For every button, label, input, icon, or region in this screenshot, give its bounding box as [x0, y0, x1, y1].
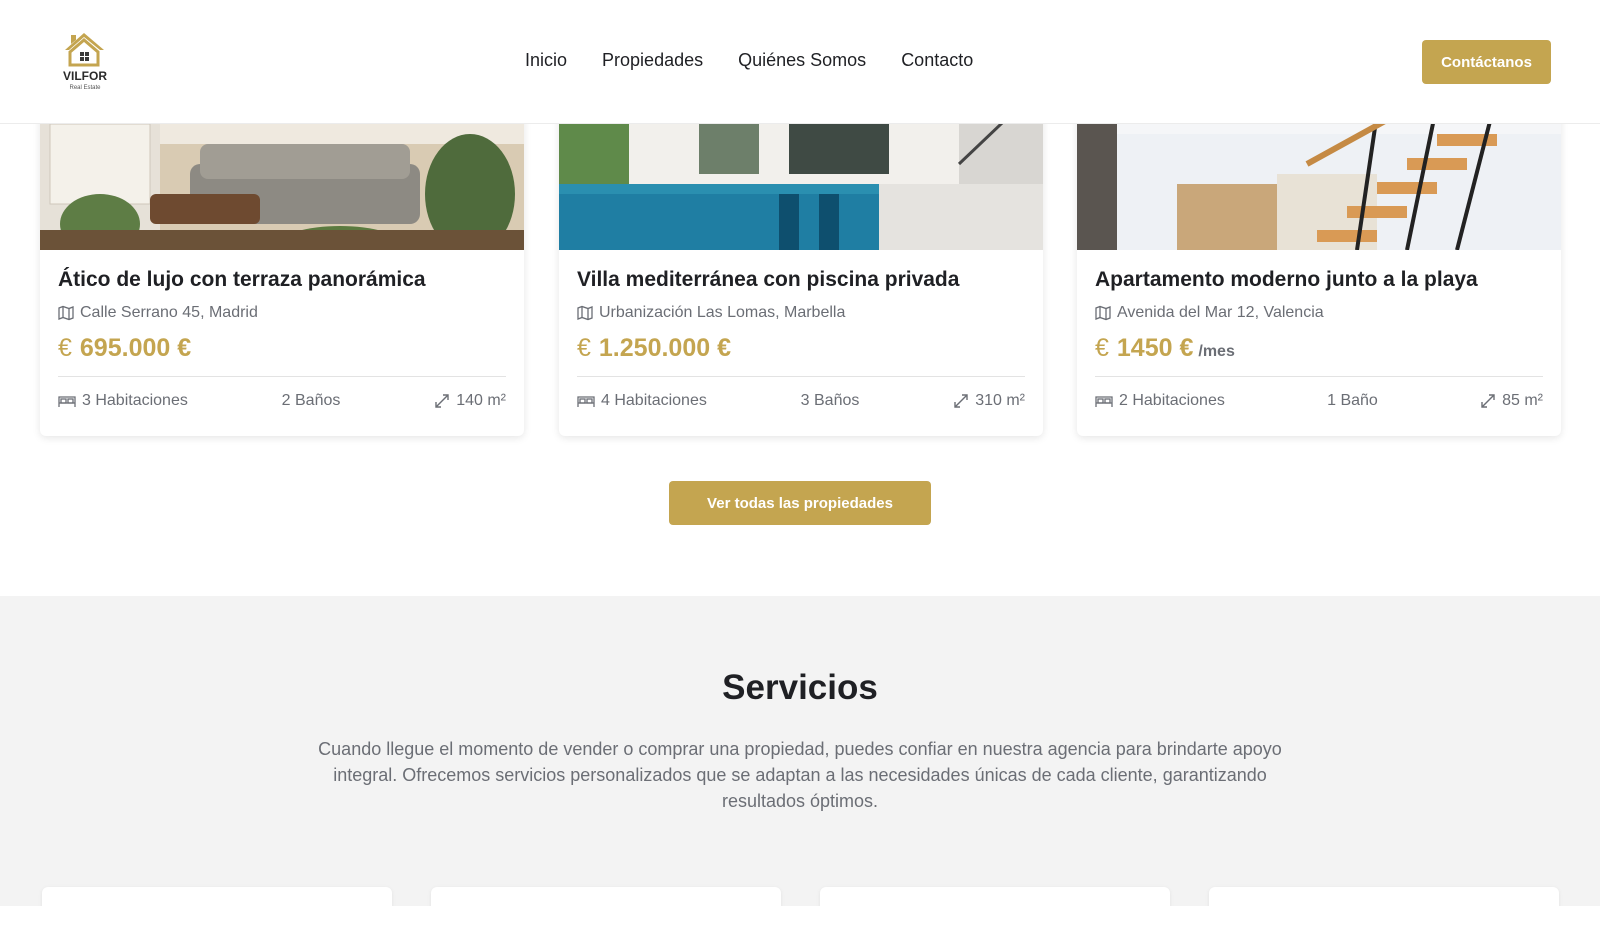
logo-name: VILFOR — [63, 69, 107, 83]
nav-quienes-somos[interactable]: Quiénes Somos — [738, 50, 866, 71]
euro-icon: € — [58, 334, 72, 362]
spec-rooms: 3 Habitaciones — [58, 392, 188, 410]
property-address-text: Calle Serrano 45, Madrid — [80, 304, 258, 321]
property-specs: 2 Habitaciones 1 Baño 85 m² — [1095, 392, 1543, 410]
spec-baths-text: 1 Baño — [1327, 392, 1378, 409]
spec-baths: 1 Baño — [1327, 392, 1378, 410]
property-price: € 1.250.000 € — [577, 334, 736, 363]
spec-baths: 2 Baños — [282, 392, 341, 410]
bed-icon — [58, 396, 76, 407]
property-price-period: /mes — [1198, 343, 1235, 360]
euro-icon: € — [1095, 334, 1109, 362]
card-divider — [58, 376, 506, 377]
property-title[interactable]: Apartamento moderno junto a la playa — [1095, 268, 1478, 292]
spec-rooms-text: 4 Habitaciones — [601, 392, 707, 409]
property-price-value: 695.000 € — [79, 334, 192, 362]
spec-rooms-text: 2 Habitaciones — [1119, 392, 1225, 409]
logo-subtitle: Real Estate — [69, 85, 101, 91]
nav-propiedades[interactable]: Propiedades — [602, 50, 703, 71]
spec-baths: 3 Baños — [801, 392, 860, 410]
bed-icon — [1095, 396, 1113, 407]
spec-rooms-text: 3 Habitaciones — [82, 392, 188, 409]
property-address-text: Avenida del Mar 12, Valencia — [1117, 304, 1324, 321]
property-specs: 3 Habitaciones 2 Baños 140 m² — [58, 392, 506, 410]
spec-area: 85 m² — [1480, 392, 1543, 410]
property-address: Avenida del Mar 12, Valencia — [1095, 304, 1324, 322]
spec-rooms: 4 Habitaciones — [577, 392, 707, 410]
property-address-text: Urbanización Las Lomas, Marbella — [599, 304, 846, 321]
nav-contacto[interactable]: Contacto — [901, 50, 973, 71]
services-title: Servicios — [722, 668, 878, 707]
property-specs: 4 Habitaciones 3 Baños 310 m² — [577, 392, 1025, 410]
contact-us-button[interactable]: Contáctanos — [1422, 40, 1551, 84]
map-icon — [1095, 305, 1111, 321]
bottom-edge — [0, 906, 1600, 930]
spec-baths-text: 3 Baños — [800, 392, 860, 409]
spec-area-text: 140 m² — [456, 392, 506, 409]
property-price: € 1450 € /mes — [1095, 334, 1235, 363]
bed-icon — [577, 396, 595, 407]
expand-icon — [1481, 394, 1495, 408]
view-all-properties-button[interactable]: Ver todas las propiedades — [669, 481, 931, 525]
logo[interactable]: VILFOR Real Estate — [62, 30, 108, 92]
property-address: Urbanización Las Lomas, Marbella — [577, 304, 845, 322]
property-title[interactable]: Ático de lujo con terraza panorámica — [58, 268, 426, 292]
expand-icon — [954, 394, 968, 408]
services-description: Cuando llegue el momento de vender o com… — [318, 739, 1282, 811]
card-divider — [1095, 376, 1543, 377]
page: Ático de lujo con terraza panorámica Cal… — [0, 0, 1600, 930]
property-title[interactable]: Villa mediterránea con piscina privada — [577, 268, 959, 292]
property-price: € 695.000 € — [58, 334, 196, 363]
spec-rooms: 2 Habitaciones — [1095, 392, 1225, 410]
spec-area-text: 310 m² — [975, 392, 1025, 409]
services-section: Servicios Cuando llegue el momento de ve… — [0, 596, 1600, 930]
spec-area: 140 m² — [434, 392, 506, 410]
map-icon — [58, 305, 74, 321]
nav-inicio[interactable]: Inicio — [525, 50, 567, 71]
property-address: Calle Serrano 45, Madrid — [58, 304, 258, 322]
house-logo-icon: VILFOR Real Estate — [63, 33, 107, 91]
main-nav: Inicio Propiedades Quiénes Somos Contact… — [525, 50, 1008, 71]
card-divider — [577, 376, 1025, 377]
spec-baths-text: 2 Baños — [281, 392, 341, 409]
spec-area-text: 85 m² — [1502, 392, 1543, 409]
euro-icon: € — [577, 334, 591, 362]
site-header: VILFOR Real Estate Inicio Propiedades Qu… — [0, 0, 1600, 124]
property-price-value: 1450 € — [1116, 334, 1194, 362]
map-icon — [577, 305, 593, 321]
property-price-value: 1.250.000 € — [598, 334, 731, 362]
expand-icon — [435, 394, 449, 408]
spec-area: 310 m² — [953, 392, 1025, 410]
